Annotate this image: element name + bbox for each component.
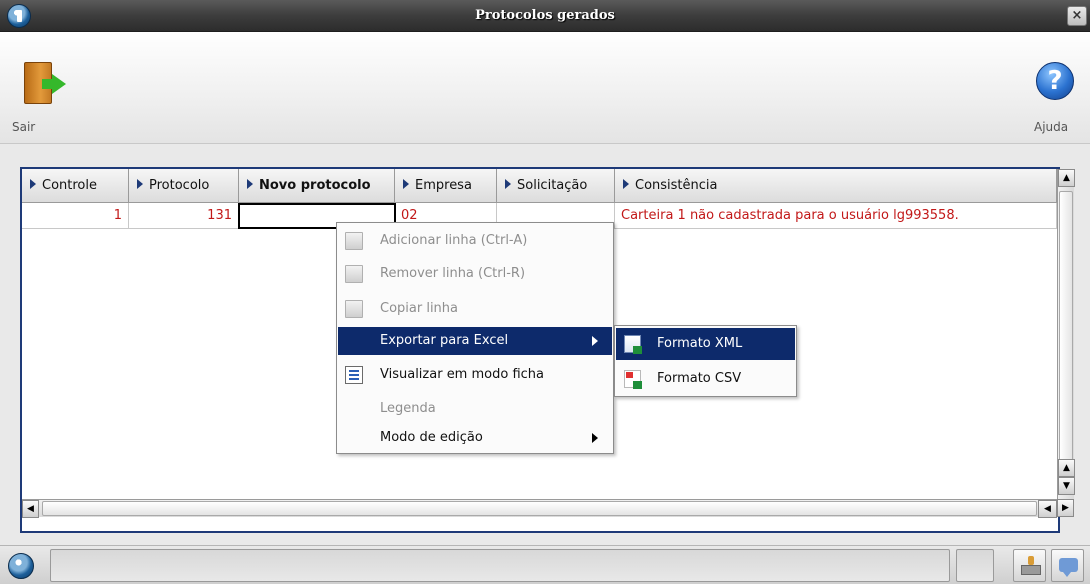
menu-item-label: Modo de edição bbox=[380, 430, 483, 445]
scroll-up-button[interactable]: ▲ bbox=[1058, 169, 1075, 187]
column-expand-icon bbox=[137, 179, 143, 189]
copy-row-icon bbox=[345, 300, 363, 318]
context-menu: Adicionar linha (Ctrl-A) Remover linha (… bbox=[336, 222, 614, 454]
xml-excel-icon bbox=[624, 335, 642, 354]
vertical-scroll-thumb[interactable] bbox=[1059, 191, 1073, 471]
column-label: Empresa bbox=[415, 178, 472, 193]
scroll-right-button[interactable]: ▶ bbox=[1057, 499, 1074, 517]
remove-row-icon bbox=[345, 265, 363, 283]
submenu-arrow-icon bbox=[592, 433, 598, 443]
menu-item-label: Remover linha (Ctrl-R) bbox=[380, 266, 526, 281]
help-icon: ? bbox=[1036, 62, 1074, 100]
menu-item-export-excel[interactable]: Exportar para Excel bbox=[338, 327, 612, 355]
column-label: Controle bbox=[42, 178, 97, 193]
menu-item-add-row[interactable]: Adicionar linha (Ctrl-A) bbox=[338, 227, 612, 255]
menu-item-label: Copiar linha bbox=[380, 301, 459, 316]
csv-excel-icon bbox=[624, 370, 642, 389]
form-view-icon bbox=[345, 366, 363, 384]
submenu-item-label: Formato XML bbox=[657, 336, 743, 351]
status-indicator-field bbox=[956, 549, 994, 582]
exit-arrow-icon bbox=[52, 74, 66, 94]
virtual-keyboard-button[interactable] bbox=[1013, 549, 1046, 582]
scroll-down-button[interactable]: ▼ bbox=[1058, 477, 1075, 495]
close-button[interactable]: × bbox=[1067, 6, 1087, 26]
submenu-arrow-icon bbox=[592, 336, 598, 346]
menu-item-edit-mode[interactable]: Modo de edição bbox=[338, 424, 612, 452]
column-expand-icon bbox=[505, 179, 511, 189]
export-submenu: Formato XML Formato CSV bbox=[614, 325, 797, 397]
menu-item-label: Adicionar linha (Ctrl-A) bbox=[380, 233, 528, 248]
menu-item-legend[interactable]: Legenda bbox=[338, 395, 612, 423]
scroll-up-icon-lower[interactable]: ▲ bbox=[1058, 459, 1075, 477]
cell-consistencia[interactable]: Carteira 1 não cadastrada para o usuário… bbox=[615, 203, 1057, 229]
column-header-novo-protocolo[interactable]: Novo protocolo bbox=[239, 169, 395, 202]
cell-controle[interactable]: 1 bbox=[22, 203, 129, 229]
column-expand-icon bbox=[247, 179, 253, 189]
menu-item-copy-row[interactable]: Copiar linha bbox=[338, 295, 612, 323]
chat-bubble-icon bbox=[1059, 558, 1078, 577]
column-label: Novo protocolo bbox=[259, 178, 371, 193]
menu-item-remove-row[interactable]: Remover linha (Ctrl-R) bbox=[338, 260, 612, 288]
chat-button[interactable] bbox=[1051, 549, 1084, 582]
add-row-icon bbox=[345, 232, 363, 250]
column-header-protocolo[interactable]: Protocolo bbox=[129, 169, 239, 202]
help-label: Ajuda bbox=[1034, 120, 1069, 134]
menu-item-form-view[interactable]: Visualizar em modo ficha bbox=[338, 361, 612, 389]
app-logo-icon[interactable] bbox=[8, 553, 34, 579]
help-button[interactable]: ? Ajuda bbox=[1028, 42, 1084, 142]
toolbar: Sair ? Ajuda bbox=[0, 32, 1090, 144]
column-expand-icon bbox=[403, 179, 409, 189]
title-bar: Protocolos gerados × bbox=[0, 0, 1090, 32]
column-header-consistencia[interactable]: Consistência bbox=[615, 169, 1057, 202]
grid-header: Controle Protocolo Novo protocolo Empres… bbox=[22, 169, 1062, 203]
window-title: Protocolos gerados bbox=[475, 8, 615, 23]
menu-item-label: Legenda bbox=[380, 401, 436, 416]
menu-item-label: Exportar para Excel bbox=[380, 333, 509, 348]
cell-protocolo[interactable]: 131 bbox=[129, 203, 239, 229]
exit-button[interactable]: Sair bbox=[10, 42, 70, 142]
column-label: Consistência bbox=[635, 178, 718, 193]
column-label: Solicitação bbox=[517, 178, 588, 193]
column-expand-icon bbox=[30, 179, 36, 189]
status-bar bbox=[0, 545, 1090, 584]
submenu-item-label: Formato CSV bbox=[657, 371, 742, 386]
horizontal-scrollbar[interactable]: ◀ ◀ bbox=[22, 499, 1058, 518]
status-message-field bbox=[50, 549, 950, 582]
vertical-scrollbar[interactable]: ▲ ▲ ▼ bbox=[1057, 169, 1075, 499]
submenu-item-csv[interactable]: Formato CSV bbox=[616, 363, 795, 395]
column-label: Protocolo bbox=[149, 178, 210, 193]
keyboard-icon bbox=[1021, 556, 1041, 575]
column-header-controle[interactable]: Controle bbox=[22, 169, 129, 202]
scroll-left-button[interactable]: ◀ bbox=[22, 500, 39, 518]
scroll-right-button-inner[interactable]: ◀ bbox=[1038, 500, 1057, 518]
column-header-solicitacao[interactable]: Solicitação bbox=[497, 169, 615, 202]
submenu-item-xml[interactable]: Formato XML bbox=[616, 328, 795, 360]
column-header-empresa[interactable]: Empresa bbox=[395, 169, 497, 202]
menu-item-label: Visualizar em modo ficha bbox=[380, 367, 544, 382]
horizontal-scroll-thumb[interactable] bbox=[42, 501, 1037, 516]
column-expand-icon bbox=[623, 179, 629, 189]
exit-label: Sair bbox=[12, 120, 36, 134]
